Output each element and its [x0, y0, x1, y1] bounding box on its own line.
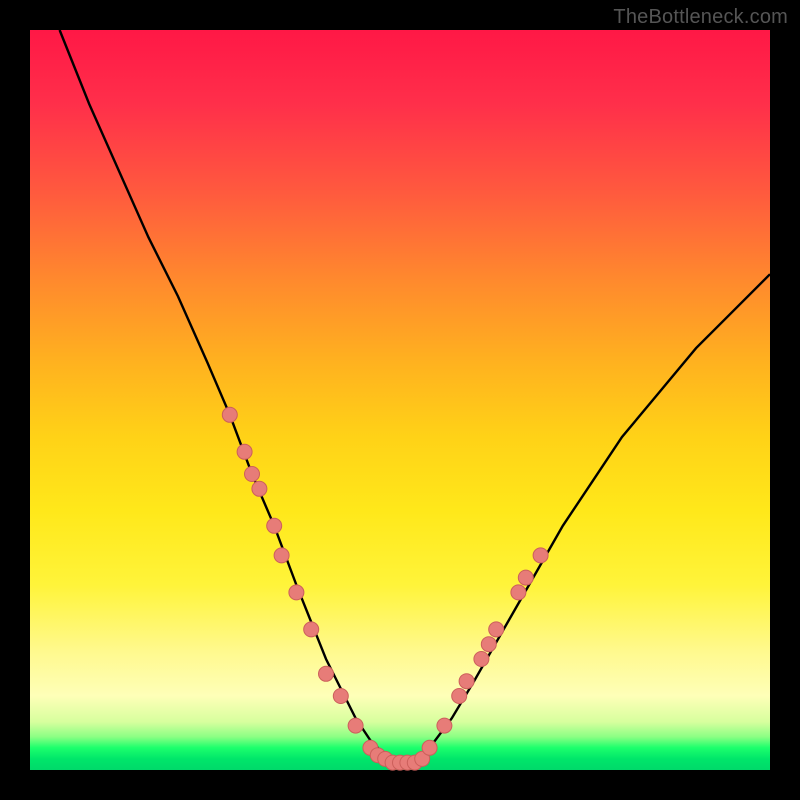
bottleneck-curve — [60, 30, 770, 763]
curve-marker — [489, 622, 504, 637]
curve-marker — [289, 585, 304, 600]
curve-marker — [422, 740, 437, 755]
curve-marker — [511, 585, 526, 600]
curve-marker — [267, 518, 282, 533]
curve-marker — [274, 548, 289, 563]
curve-marker — [348, 718, 363, 733]
curve-marker — [459, 674, 474, 689]
curve-marker — [245, 467, 260, 482]
watermark-text: TheBottleneck.com — [613, 6, 788, 29]
curve-marker — [237, 444, 252, 459]
curve-marker — [481, 637, 496, 652]
curve-marker — [319, 666, 334, 681]
curve-marker — [474, 652, 489, 667]
curve-marker — [452, 689, 467, 704]
curve-marker — [333, 689, 348, 704]
outer-frame: TheBottleneck.com — [0, 0, 800, 800]
curve-marker — [252, 481, 267, 496]
plot-area — [30, 30, 770, 770]
curve-marker — [533, 548, 548, 563]
curve-marker — [304, 622, 319, 637]
curve-marker — [222, 407, 237, 422]
chart-svg — [30, 30, 770, 770]
curve-marker — [437, 718, 452, 733]
curve-marker — [518, 570, 533, 585]
curve-markers — [222, 407, 548, 770]
